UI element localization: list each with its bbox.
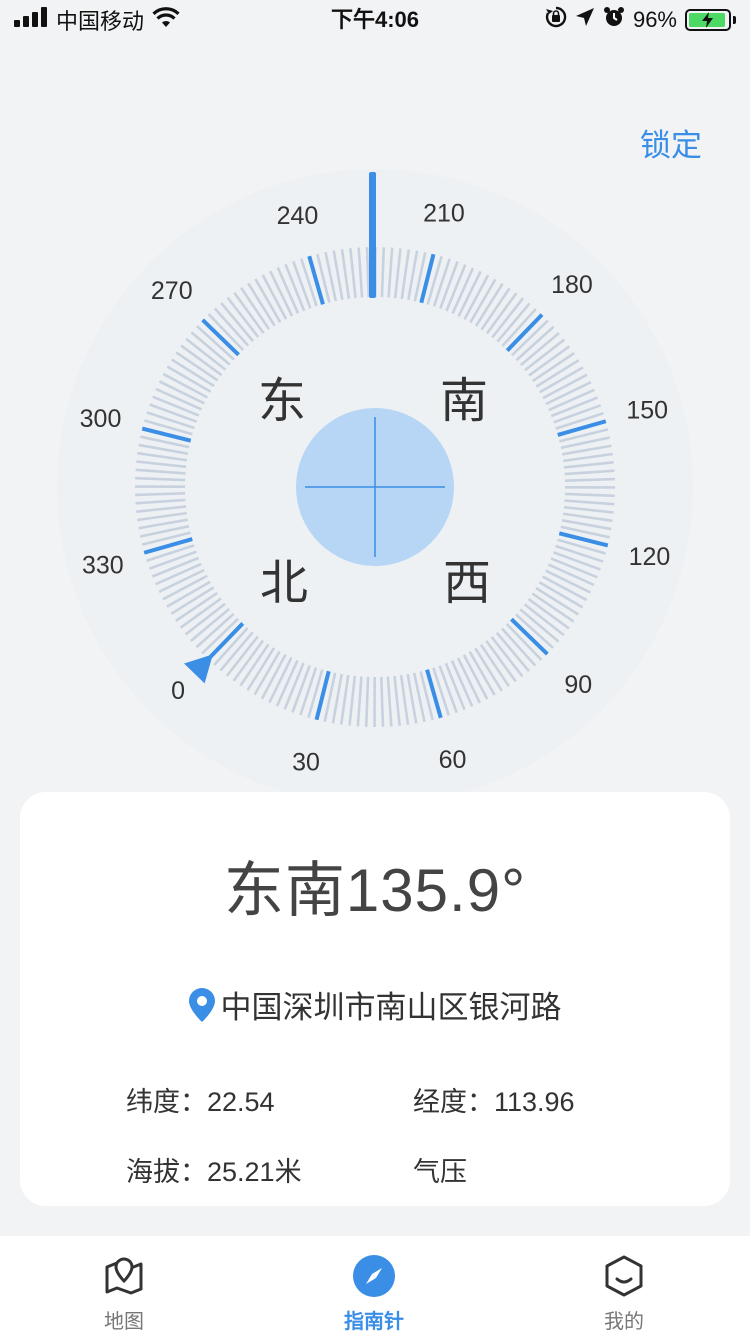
direction-north-label: 北 xyxy=(260,555,308,611)
tab-map[interactable]: 地图 xyxy=(49,1236,199,1334)
location-pin-icon xyxy=(188,987,215,1022)
compass-svg: 0 30 60 90 120 150 180 210 240 270 300 330 东 南 北 西 xyxy=(57,169,693,800)
compass-minor-tick xyxy=(365,247,370,298)
longitude-value: 113.96 xyxy=(494,1087,575,1117)
altitude-value: 25.21米 xyxy=(207,1157,302,1187)
alarm-icon xyxy=(603,6,625,34)
degree-label: 300 xyxy=(80,405,122,433)
battery-icon xyxy=(685,9,731,31)
tab-compass-label: 指南针 xyxy=(344,1311,404,1333)
direction-east-label: 东 xyxy=(258,373,306,429)
compass-icon xyxy=(352,1254,396,1297)
tab-profile-label: 我的 xyxy=(604,1311,644,1333)
pressure-stat: 气压 xyxy=(413,1150,467,1189)
latitude-stat: 纬度：22.54 xyxy=(126,1080,275,1119)
longitude-label: 经度： xyxy=(413,1087,494,1117)
rotation-lock-icon xyxy=(545,6,567,34)
compass-minor-tick xyxy=(364,676,370,727)
degree-label: 30 xyxy=(292,748,320,776)
status-bar: 中国移动 下午4:06 96% xyxy=(0,0,750,40)
latitude-value: 22.54 xyxy=(207,1087,275,1117)
degree-label: 330 xyxy=(82,552,124,580)
degree-label: 60 xyxy=(439,746,467,774)
longitude-stat: 经度：113.96 xyxy=(413,1080,575,1119)
compass-minor-tick xyxy=(135,476,186,482)
location-row: 中国深圳市南山区银河路 xyxy=(20,982,730,1027)
compass-minor-tick xyxy=(564,492,615,498)
heading-readout: 东南135.9° xyxy=(20,842,730,929)
battery-cap xyxy=(733,16,736,24)
degree-label: 180 xyxy=(551,271,593,299)
profile-icon xyxy=(602,1254,646,1297)
heading-indicator xyxy=(369,172,376,298)
direction-west-label: 西 xyxy=(443,555,491,611)
degree-label: 240 xyxy=(277,202,319,230)
location-text: 中国深圳市南山区银河路 xyxy=(220,990,562,1025)
tab-profile[interactable]: 我的 xyxy=(549,1236,699,1334)
location-arrow-icon xyxy=(575,7,595,33)
lock-button[interactable]: 锁定 xyxy=(640,120,702,165)
tab-compass[interactable]: 指南针 xyxy=(299,1236,449,1334)
direction-south-label: 南 xyxy=(440,373,488,429)
compass-minor-tick xyxy=(135,492,186,497)
tab-map-label: 地图 xyxy=(104,1311,144,1333)
info-card: 东南135.9° 中国深圳市南山区银河路 纬度：22.54 经度：113.96 … xyxy=(20,792,730,1206)
map-icon xyxy=(102,1254,146,1297)
degree-label: 0 xyxy=(171,677,185,705)
heading-direction: 东南 xyxy=(223,857,346,924)
pressure-label: 气压 xyxy=(413,1157,467,1187)
compass-minor-tick xyxy=(564,477,615,482)
degree-label: 150 xyxy=(626,396,668,424)
compass-minor-tick xyxy=(380,676,385,727)
degree-label: 120 xyxy=(629,543,671,571)
compass-dial: 0 30 60 90 120 150 180 210 240 270 300 330 东 南 北 西 xyxy=(0,160,750,800)
degree-label: 270 xyxy=(151,277,193,305)
degree-label: 210 xyxy=(423,200,465,228)
heading-degrees: 135.9° xyxy=(345,857,527,924)
altitude-stat: 海拔：25.21米 xyxy=(126,1150,302,1189)
battery-percent: 96% xyxy=(632,7,677,32)
latitude-label: 纬度： xyxy=(126,1087,207,1117)
tab-bar: 地图 指南针 我的 xyxy=(0,1236,750,1334)
degree-label: 90 xyxy=(564,671,592,699)
altitude-label: 海拔： xyxy=(126,1157,207,1187)
compass-minor-tick xyxy=(380,247,386,298)
